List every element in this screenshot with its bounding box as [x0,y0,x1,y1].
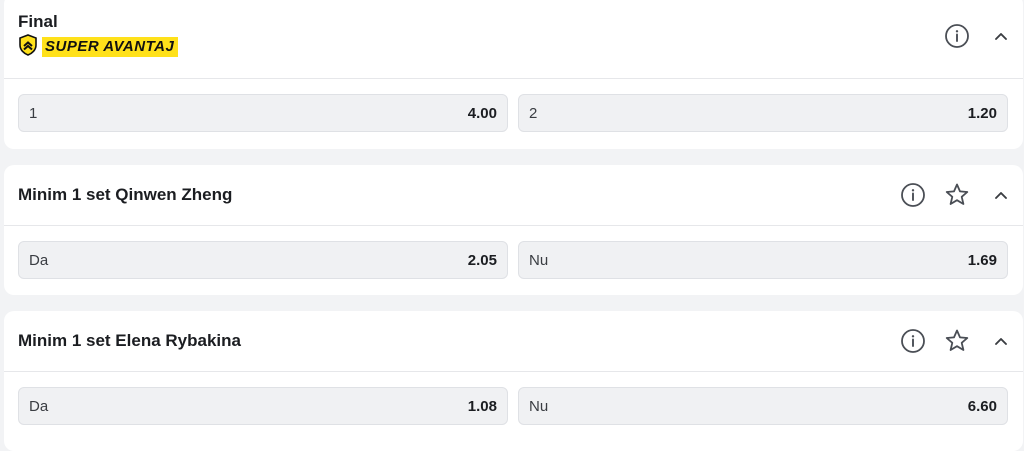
shield-chevron-icon [18,33,38,61]
star-icon[interactable] [935,173,979,217]
outcome-label: Da [29,251,49,269]
market-header[interactable]: Minim 1 set Elena Rybakina [4,311,1023,372]
star-icon[interactable] [935,319,979,363]
chevron-up-icon[interactable] [979,319,1023,363]
market-title: Minim 1 set Elena Rybakina [18,331,241,350]
odd-button[interactable]: 2 1.20 [518,94,1008,132]
outcome-odd: 1.20 [967,104,997,122]
outcome-odd: 4.00 [467,104,497,122]
super-avantaj-badge: SUPER AVANTAJ [18,33,179,61]
outcome-label: Nu [529,397,549,415]
chevron-up-icon[interactable] [979,14,1023,58]
info-icon[interactable] [891,319,935,363]
outcome-label: 1 [29,104,38,122]
market-card-final: Final SUPER AVANTAJ 1 4.00 2 1.20 [4,0,1023,149]
outcomes-row: Da 2.05 Nu 1.69 [18,241,1008,279]
chevron-up-icon[interactable] [979,173,1023,217]
odd-button[interactable]: Nu 1.69 [518,241,1008,279]
outcome-label: Nu [529,251,549,269]
market-header[interactable]: Final SUPER AVANTAJ [4,0,1023,79]
market-card-rybakina: Minim 1 set Elena Rybakina Da 1.08 Nu 6.… [4,311,1023,451]
outcome-odd: 6.60 [967,397,997,415]
promo-label: SUPER AVANTAJ [42,37,179,57]
odd-button[interactable]: Da 1.08 [18,387,508,425]
market-title: Final [18,12,58,31]
outcome-odd: 1.69 [967,251,997,269]
odd-button[interactable]: Da 2.05 [18,241,508,279]
outcomes-row: Da 1.08 Nu 6.60 [18,387,1008,425]
odd-button[interactable]: 1 4.00 [18,94,508,132]
market-title: Minim 1 set Qinwen Zheng [18,185,233,204]
info-icon[interactable] [935,14,979,58]
outcome-label: Da [29,397,49,415]
outcome-label: 2 [529,104,538,122]
outcomes-row: 1 4.00 2 1.20 [18,94,1008,132]
market-header[interactable]: Minim 1 set Qinwen Zheng [4,165,1023,226]
outcome-odd: 2.05 [467,251,497,269]
info-icon[interactable] [891,173,935,217]
market-card-zheng: Minim 1 set Qinwen Zheng Da 2.05 Nu 1.69 [4,165,1023,295]
odd-button[interactable]: Nu 6.60 [518,387,1008,425]
outcome-odd: 1.08 [467,397,497,415]
